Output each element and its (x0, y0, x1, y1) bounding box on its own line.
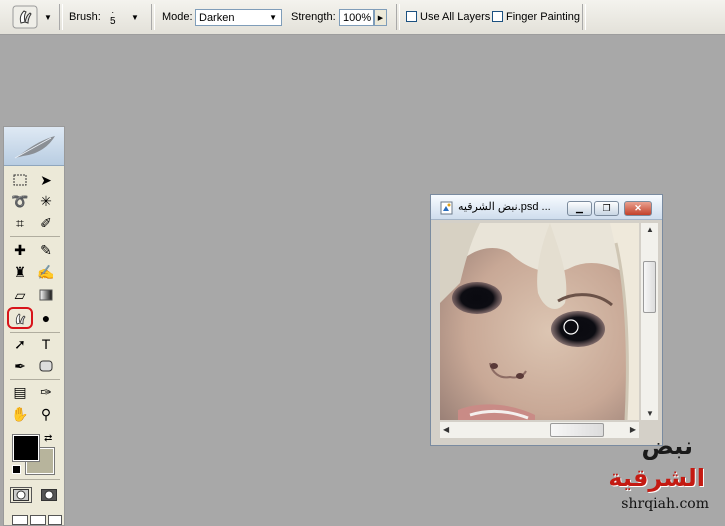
minimize-icon: ▁ (576, 203, 583, 213)
lasso-tool-icon[interactable]: ➰ (10, 192, 30, 210)
marquee-tool-icon[interactable] (10, 171, 30, 189)
brush-picker[interactable]: · 5 (110, 0, 116, 34)
horizontal-scroll-thumb[interactable] (550, 423, 604, 437)
document-title: نبض الشرقيه.psd ... (458, 201, 551, 213)
close-button[interactable]: ✕ (624, 201, 652, 216)
pen-tool-icon[interactable]: ✒ (10, 357, 30, 375)
options-bar: ▼ Brush: · 5 ▼ Mode: Darken ▼ Strength: … (0, 0, 725, 35)
notes-tool-icon[interactable]: ▤ (10, 383, 30, 401)
brush-tool-icon[interactable]: ✎ (36, 241, 56, 259)
standard-mode-icon (13, 489, 29, 501)
image-canvas[interactable] (440, 223, 639, 420)
strength-input[interactable]: 100% (339, 9, 374, 26)
document-titlebar[interactable]: نبض الشرقيه.psd ... ▁ ❐ ✕ (431, 195, 662, 220)
slice-tool-icon[interactable]: ✐ (36, 214, 56, 232)
watermark-url: shrqiah.com (621, 496, 709, 512)
minimize-button[interactable]: ▁ (567, 201, 592, 216)
watermark-line-2: الشرقية (608, 464, 705, 492)
strength-slider-button[interactable]: ▶ (374, 9, 387, 26)
default-colors-icon[interactable] (12, 465, 21, 474)
magic-wand-icon[interactable]: ✳ (36, 192, 56, 210)
toolbox-header[interactable] (4, 127, 64, 166)
standard-mode-button[interactable] (10, 487, 32, 503)
feather-icon (14, 136, 55, 159)
path-selection-icon[interactable]: ➚ (10, 335, 30, 353)
type-tool-icon[interactable]: T (36, 335, 56, 353)
use-all-layers-checkbox[interactable] (406, 11, 417, 22)
crop-tool-icon[interactable]: ⌗ (10, 214, 30, 232)
strength-value: 100% (343, 11, 372, 24)
smudge-tool-button[interactable] (7, 307, 33, 329)
dodge-tool-icon[interactable]: ● (36, 309, 56, 327)
eyedropper-icon[interactable]: ✑ (36, 383, 56, 401)
watermark-line-1: نبض (641, 432, 693, 460)
screen-mode-button[interactable] (12, 515, 28, 525)
smudge-tool-icon (12, 5, 38, 29)
use-all-layers-label: Use All Layers (420, 11, 491, 23)
smudge-tool-icon (15, 313, 26, 325)
vertical-scroll-thumb[interactable] (643, 261, 656, 313)
screen-mode-button-2[interactable] (30, 515, 46, 525)
screen-mode-button-3[interactable] (48, 515, 62, 525)
chevron-down-icon: ▼ (269, 13, 277, 22)
restore-icon: ❐ (602, 203, 611, 213)
close-icon: ✕ (634, 203, 642, 213)
shape-tool-icon[interactable] (36, 357, 56, 375)
mode-select[interactable]: Darken ▼ (195, 9, 282, 26)
psd-file-icon (440, 201, 453, 215)
eraser-tool-icon[interactable]: ▱ (10, 286, 30, 304)
finger-painting-label: Finger Painting (506, 11, 580, 23)
gradient-tool-icon[interactable] (36, 286, 56, 304)
document-window: نبض الشرقيه.psd ... ▁ ❐ ✕ ▲ ▼ ◀ ▶ (430, 194, 663, 446)
mode-value: Darken (199, 11, 235, 24)
healing-brush-icon[interactable]: ✚ (10, 241, 30, 259)
toolbox: ➤ ➰ ✳ ⌗ ✐ ✚ ✎ ♜ ✍ ▱ ● ➚ T ✒ ▤ ✑ ✋ ⚲ ⇄ (3, 126, 65, 526)
brush-size: 5 (110, 16, 116, 27)
history-brush-icon[interactable]: ✍ (36, 263, 56, 281)
quick-mask-button[interactable] (38, 487, 60, 503)
brush-label: Brush: (69, 11, 101, 23)
chevron-right-icon: ▶ (377, 14, 384, 22)
finger-painting-checkbox[interactable] (492, 11, 503, 22)
watermark: نبض الشرقية shrqiah.com (606, 430, 721, 520)
move-tool-icon[interactable]: ➤ (36, 171, 56, 189)
scroll-down-icon[interactable]: ▼ (646, 409, 654, 418)
scroll-left-icon[interactable]: ◀ (443, 425, 449, 434)
brush-dropdown-icon[interactable]: ▼ (131, 13, 139, 22)
swap-colors-icon[interactable]: ⇄ (44, 433, 52, 444)
mode-label: Mode: (162, 11, 193, 23)
clone-stamp-icon[interactable]: ♜ (10, 263, 30, 281)
zoom-tool-icon[interactable]: ⚲ (36, 405, 56, 423)
vertical-scrollbar[interactable]: ▲ ▼ (641, 223, 658, 420)
strength-label: Strength: (291, 11, 336, 23)
quick-mask-icon (41, 489, 57, 501)
chevron-down-icon[interactable]: ▼ (44, 13, 52, 22)
foreground-color-swatch[interactable] (12, 434, 40, 462)
scroll-up-icon[interactable]: ▲ (646, 225, 654, 234)
restore-button[interactable]: ❐ (594, 201, 619, 216)
hand-tool-icon[interactable]: ✋ (10, 405, 30, 423)
tool-preset-picker[interactable]: ▼ (12, 0, 52, 34)
portrait-image (440, 223, 639, 420)
